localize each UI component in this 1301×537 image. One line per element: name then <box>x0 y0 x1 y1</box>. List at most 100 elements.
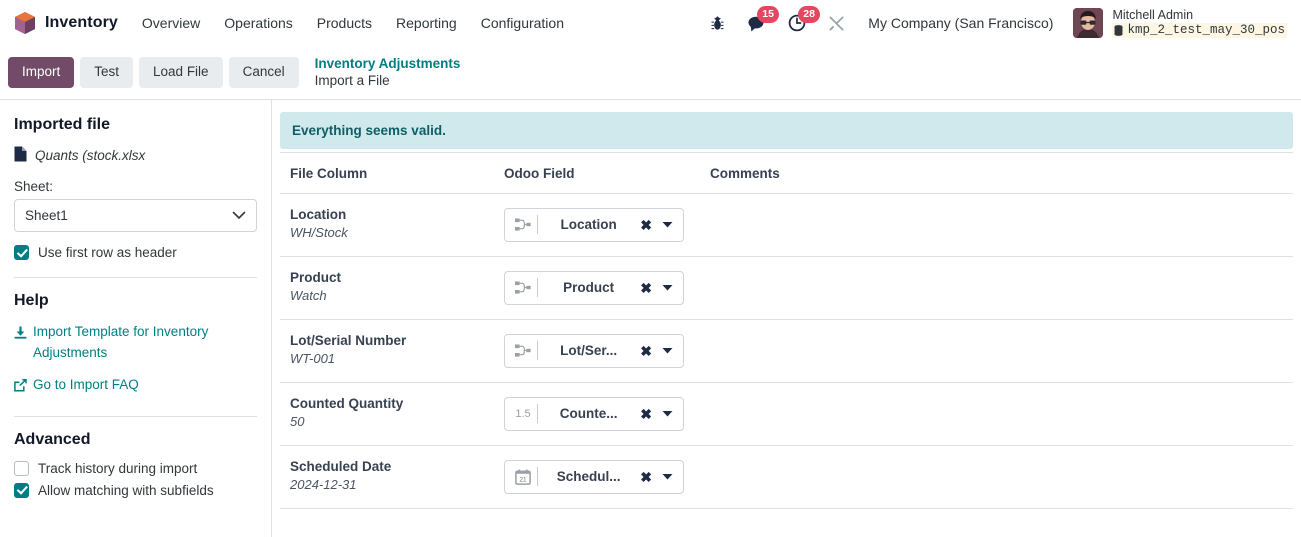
file-column-cell: Counted Quantity 50 <box>280 382 494 447</box>
odoo-field-select[interactable]: 1.5 Counte... ✖ <box>504 396 684 431</box>
allow-matching-subfields-row[interactable]: Allow matching with subfields <box>14 482 257 498</box>
comments-cell <box>700 382 1293 447</box>
imported-file-title: Imported file <box>14 116 111 133</box>
odoo-field-value: Lot/Ser... <box>560 343 618 359</box>
field-mapping-table: File Column Odoo Field Comments Location… <box>280 152 1293 510</box>
page-content: Imported file Quants (stock.xlsx Sheet: … <box>0 100 1301 537</box>
navbar-systray: 15 28 My Company (San Francisco) Mitchel… <box>699 0 1291 46</box>
odoo-field-value: Product <box>563 280 615 296</box>
file-icon <box>14 146 27 165</box>
breadcrumb-parent[interactable]: Inventory Adjustments <box>315 56 461 72</box>
table-row: Lot/Serial Number WT-001 Lot/Ser... ✖ <box>280 319 1293 384</box>
use-first-row-as-header-row[interactable]: Use first row as header <box>14 245 257 260</box>
menu-overview[interactable]: Overview <box>130 9 212 37</box>
database-label: kmp_2_test_may_30_pos <box>1127 22 1285 37</box>
comments-cell <box>700 256 1293 321</box>
sidebar-divider-2 <box>14 415 257 417</box>
user-name: Mitchell Admin <box>1112 8 1194 23</box>
dropdown-caret-icon[interactable] <box>657 347 675 354</box>
comments-cell <box>700 193 1293 258</box>
breadcrumb-current: Import a File <box>314 72 390 88</box>
import-faq-link[interactable]: Go to Import FAQ <box>14 375 257 399</box>
odoo-field-select[interactable]: Lot/Ser... ✖ <box>504 333 684 368</box>
header-comments: Comments <box>700 152 1293 194</box>
table-row: Location WH/Stock Location ✖ <box>280 193 1293 258</box>
odoo-field-value: Schedul... <box>556 469 621 485</box>
track-history-label: Track history during import <box>38 460 198 476</box>
file-column-name: Lot/Serial Number <box>290 333 407 349</box>
database-name: kmp_2_test_may_30_pos <box>1112 22 1287 38</box>
avatar <box>1073 7 1104 38</box>
dropdown-caret-icon[interactable] <box>657 221 675 228</box>
file-column-cell: Location WH/Stock <box>280 193 494 258</box>
dropdown-caret-icon[interactable] <box>657 410 675 417</box>
inventory-logo-icon <box>14 11 36 35</box>
odoo-field-select[interactable]: Product ✖ <box>504 270 684 305</box>
comments-cell <box>700 319 1293 384</box>
file-column-sample: 2024-12-31 <box>290 477 357 493</box>
odoo-field-cell: Product ✖ <box>494 256 700 321</box>
bug-icon[interactable] <box>699 0 736 46</box>
clear-field-icon[interactable]: ✖ <box>635 344 657 358</box>
track-history-checkbox[interactable] <box>14 460 29 476</box>
allow-matching-subfields-checkbox[interactable] <box>14 482 29 498</box>
clear-field-icon[interactable]: ✖ <box>635 407 657 421</box>
odoo-field-select[interactable]: Location ✖ <box>504 207 684 242</box>
test-button[interactable]: Test <box>80 56 134 89</box>
track-history-row[interactable]: Track history during import <box>14 460 257 476</box>
odoo-field-cell: 1.5 Counte... ✖ <box>494 382 700 447</box>
clear-field-icon[interactable]: ✖ <box>635 281 657 295</box>
menu-reporting[interactable]: Reporting <box>384 9 469 37</box>
relation-icon <box>511 218 535 232</box>
pill-separator <box>537 467 538 487</box>
menu-products[interactable]: Products <box>305 9 384 37</box>
file-column-sample: Watch <box>290 288 327 304</box>
pill-separator <box>537 215 538 235</box>
odoo-field-value: Counte... <box>559 406 618 422</box>
load-file-button[interactable]: Load File <box>139 56 223 89</box>
dropdown-caret-icon[interactable] <box>657 473 675 480</box>
pill-separator <box>537 404 538 424</box>
imported-file-row: Quants (stock.xlsx <box>14 146 257 165</box>
download-icon <box>14 325 27 346</box>
svg-text:21: 21 <box>519 476 527 483</box>
dropdown-caret-icon[interactable] <box>657 284 675 291</box>
file-column-cell: Product Watch <box>280 256 494 321</box>
file-column-name: Counted Quantity <box>290 396 404 412</box>
activities-clock-icon[interactable]: 28 <box>777 0 820 46</box>
odoo-field-select[interactable]: 21 Schedul... ✖ <box>504 459 684 494</box>
table-row: Counted Quantity 50 1.5 Counte... ✖ <box>280 382 1293 447</box>
file-column-name: Product <box>290 270 342 286</box>
messages-icon[interactable]: 15 <box>736 0 779 46</box>
tools-icon[interactable] <box>817 0 856 46</box>
main-menu: Overview Operations Products Reporting C… <box>130 9 576 37</box>
table-row: Product Watch Product ✖ <box>280 256 1293 321</box>
use-first-row-as-header-checkbox[interactable] <box>14 245 29 260</box>
file-column-sample: 50 <box>290 414 305 430</box>
user-menu[interactable]: Mitchell Admin kmp_2_test_may_30_pos <box>1065 7 1291 39</box>
odoo-field-value: Location <box>560 217 617 233</box>
database-icon <box>1114 24 1123 36</box>
sheet-label: Sheet: <box>14 179 54 194</box>
import-template-link[interactable]: Import Template for Inventory Adjustment… <box>14 322 257 364</box>
advanced-title: Advanced <box>14 430 91 448</box>
import-button[interactable]: Import <box>8 56 75 89</box>
file-column-sample: WH/Stock <box>290 225 348 241</box>
chevron-down-icon <box>232 208 246 223</box>
pill-separator <box>537 341 538 361</box>
control-panel: Import Test Load File Cancel Inventory A… <box>0 46 1301 100</box>
company-switcher[interactable]: My Company (San Francisco) <box>856 15 1065 31</box>
clear-field-icon[interactable]: ✖ <box>635 470 657 484</box>
menu-operations[interactable]: Operations <box>212 9 304 37</box>
app-brand[interactable]: Inventory <box>8 11 130 35</box>
sheet-select[interactable]: Sheet1 <box>14 199 257 232</box>
pill-separator <box>537 278 538 298</box>
file-column-cell: Scheduled Date 2024-12-31 <box>280 445 494 510</box>
clear-field-icon[interactable]: ✖ <box>635 218 657 232</box>
menu-configuration[interactable]: Configuration <box>469 9 576 37</box>
app-name: Inventory <box>45 14 118 31</box>
cancel-button[interactable]: Cancel <box>228 56 299 89</box>
header-file-column: File Column <box>280 152 494 194</box>
file-column-cell: Lot/Serial Number WT-001 <box>280 319 494 384</box>
number-icon: 1.5 <box>515 407 531 420</box>
